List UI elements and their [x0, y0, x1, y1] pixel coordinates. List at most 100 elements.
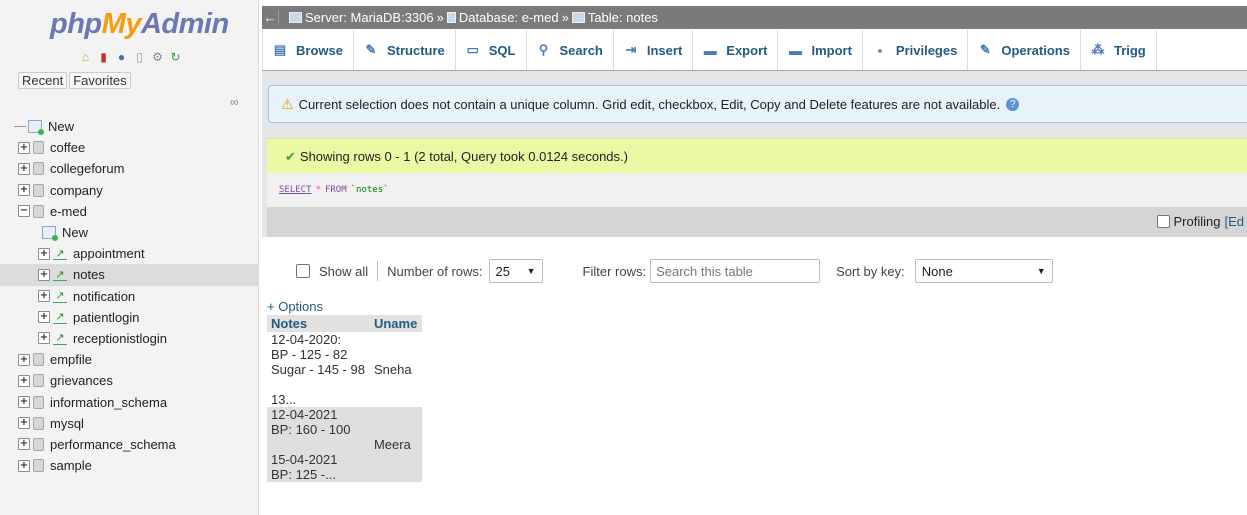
tree-db-coffee[interactable]: + coffee: [0, 137, 258, 158]
tab-search[interactable]: ⚲ Search: [527, 30, 614, 70]
sql-from-keyword: FROM: [324, 185, 347, 195]
profiling-option: Profiling [Ed: [1156, 214, 1244, 229]
tree-db-performance_schema[interactable]: + performance_schema: [0, 434, 258, 455]
table-icon: ↗: [53, 332, 67, 345]
tree-db-empfile[interactable]: + empfile: [0, 349, 258, 370]
tab-structure[interactable]: ✎ Structure: [354, 30, 456, 70]
tree-table-patientlogin[interactable]: + ↗ patientlogin: [0, 307, 258, 328]
tab-privileges[interactable]: ▪ Privileges: [863, 30, 969, 70]
new-icon: [42, 226, 58, 242]
home-icon[interactable]: ⌂: [78, 49, 93, 64]
column-header-notes[interactable]: Notes: [267, 315, 370, 332]
expand-icon[interactable]: +: [18, 162, 30, 175]
recent-button[interactable]: Recent: [18, 72, 68, 89]
documentation-icon[interactable]: ▯: [132, 49, 147, 64]
breadcrumb-server[interactable]: Server: MariaDB:3306: [305, 10, 434, 25]
favorites-button[interactable]: Favorites: [69, 72, 131, 89]
tree-db-mysql[interactable]: + mysql: [0, 413, 258, 434]
import-icon: ▬: [788, 42, 802, 58]
server-icon: [289, 12, 302, 23]
tab-trigg[interactable]: ⁂ Trigg: [1081, 30, 1157, 70]
tab-label: Operations: [1001, 42, 1070, 58]
tree-item-label: performance_schema: [50, 436, 176, 452]
collapse-icon[interactable]: −: [18, 205, 30, 218]
tab-export[interactable]: ▬ Export: [693, 30, 779, 70]
tab-import[interactable]: ▬ Import: [778, 30, 863, 70]
warning-icon: ⚠: [281, 95, 294, 112]
expand-icon[interactable]: +: [18, 184, 30, 197]
show-all-checkbox[interactable]: [296, 264, 310, 278]
expand-icon[interactable]: +: [18, 374, 30, 387]
tab-label: Structure: [386, 42, 445, 58]
tab-label: Trigg: [1113, 42, 1146, 58]
database-icon: [33, 141, 44, 155]
cell-uname: Meera: [369, 407, 423, 482]
expand-icon[interactable]: +: [38, 332, 50, 345]
expand-icon[interactable]: +: [18, 417, 30, 430]
phpmyadmin-logo[interactable]: phpMyAdmin: [50, 8, 229, 41]
tab-label: Browse: [296, 42, 343, 58]
tab-insert[interactable]: ⇥ Insert: [614, 30, 694, 70]
settings-icon[interactable]: ⚙: [150, 49, 165, 64]
expand-icon[interactable]: +: [38, 290, 50, 303]
tab-operations[interactable]: ✎ Operations: [968, 30, 1081, 70]
filter-rows-input[interactable]: Search this table: [650, 259, 821, 283]
database-icon: [33, 183, 44, 197]
sort-by-key-select[interactable]: None ▼: [914, 259, 1053, 283]
options-link[interactable]: + Options: [267, 299, 323, 314]
tree-table-notes[interactable]: + ↗ notes: [0, 264, 258, 286]
expand-icon[interactable]: +: [38, 247, 50, 260]
tab-sql[interactable]: ▭ SQL: [456, 30, 527, 70]
tree-db-company[interactable]: + company: [0, 180, 258, 201]
breadcrumb-database[interactable]: Database: e-med: [459, 10, 559, 25]
triggers-icon: ⁂: [1091, 42, 1105, 57]
tree-table-notification[interactable]: + ↗ notification: [0, 286, 258, 307]
profiling-edit-link[interactable]: [Ed: [1224, 214, 1244, 229]
success-check-icon: ✔: [285, 148, 296, 164]
tree-new[interactable]: New: [0, 222, 258, 243]
tree-item-label: company: [50, 182, 103, 198]
expand-icon[interactable]: +: [18, 353, 30, 366]
reload-icon[interactable]: ↻: [168, 49, 183, 64]
operations-icon: ✎: [979, 42, 991, 57]
logout-icon[interactable]: ▮: [96, 49, 111, 64]
tree-table-receptionistlogin[interactable]: + ↗ receptionistlogin: [0, 328, 258, 349]
query-success-message: ✔ Showing rows 0 - 1 (2 total, Query too…: [267, 138, 1247, 174]
browse-icon: ▤: [273, 42, 287, 57]
tab-browse[interactable]: ▤ Browse: [262, 30, 354, 70]
export-icon: ▬: [703, 42, 717, 58]
tree-db-sample[interactable]: + sample: [0, 455, 258, 476]
tree-db-collegeforum[interactable]: + collegeforum: [0, 158, 258, 179]
help-icon[interactable]: ●: [114, 49, 129, 64]
profiling-label: Profiling: [1173, 214, 1221, 229]
number-of-rows-select[interactable]: 25 ▼: [488, 259, 543, 283]
navigation-panel: phpMyAdmin ⌂ ▮ ● ▯ ⚙ ↻ Recent Favorites …: [0, 0, 259, 515]
expand-icon[interactable]: +: [38, 268, 50, 281]
navigation-toolbar: ⌂ ▮ ● ▯ ⚙ ↻: [78, 49, 183, 64]
cell-notes: 12-04-2020: BP - 125 - 82 Sugar - 145 - …: [267, 332, 370, 407]
expand-icon[interactable]: +: [18, 438, 30, 451]
profiling-checkbox[interactable]: [1156, 215, 1170, 228]
column-header-uname[interactable]: Uname: [369, 315, 423, 332]
insert-icon: ⇥: [625, 42, 637, 57]
sql-icon: ▭: [466, 42, 479, 57]
expand-icon[interactable]: +: [18, 396, 30, 409]
tree-table-appointment[interactable]: + ↗ appointment: [0, 243, 258, 264]
link-with-main-panel-icon[interactable]: ∞: [230, 95, 239, 109]
sql-query-box[interactable]: SELECT * FROM `notes`: [267, 173, 1247, 207]
tree-new[interactable]: New: [0, 116, 258, 137]
tree-db-e-med[interactable]: − e-med: [0, 201, 258, 222]
tree-db-information_schema[interactable]: + information_schema: [0, 391, 258, 412]
tree-db-grievances[interactable]: + grievances: [0, 370, 258, 391]
expand-icon[interactable]: +: [18, 141, 30, 154]
tree-item-label: receptionistlogin: [73, 330, 167, 346]
expand-icon[interactable]: +: [18, 459, 30, 472]
breadcrumb-table[interactable]: Table: notes: [588, 10, 658, 25]
cell-notes: 12-04-2021 BP: 160 - 100 15-04-2021 BP: …: [267, 407, 370, 482]
success-text: Showing rows 0 - 1 (2 total, Query took …: [299, 149, 628, 164]
database-icon: [33, 459, 44, 473]
documentation-help-icon[interactable]: ?: [1006, 97, 1020, 111]
table-icon: [571, 12, 585, 23]
expand-icon[interactable]: +: [38, 311, 50, 324]
collapse-navigation-icon[interactable]: ←: [262, 10, 279, 25]
